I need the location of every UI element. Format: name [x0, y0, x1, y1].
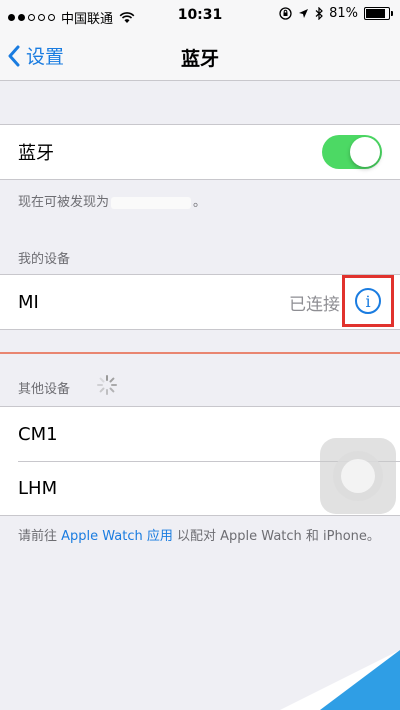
footer-prefix: 请前往 [18, 529, 62, 544]
status-right: 81% [279, 6, 393, 21]
bluetooth-toggle[interactable] [322, 135, 382, 169]
footer-note: 请前往 Apple Watch 应用 以配对 Apple Watch 和 iPh… [18, 526, 386, 547]
battery-icon [364, 7, 393, 20]
loading-spinner-icon [97, 375, 117, 395]
my-devices-group: MI 已连接 i [0, 274, 400, 330]
my-devices-header: 我的设备 [18, 252, 71, 267]
rotation-lock-icon [279, 7, 292, 20]
connection-status: 已连接 [289, 294, 340, 315]
bluetooth-label: 蓝牙 [18, 143, 54, 164]
info-icon[interactable]: i [355, 288, 381, 314]
apple-watch-app-link[interactable]: Apple Watch 应用 [61, 529, 173, 544]
bluetooth-toggle-group: 蓝牙 [0, 124, 400, 180]
footer-suffix: 以配对 Apple Watch 和 iPhone。 [172, 529, 380, 544]
navigation-bar: 设置 蓝牙 [0, 34, 400, 81]
bluetooth-row: 蓝牙 [0, 125, 400, 179]
location-icon [299, 9, 309, 18]
device-row-mi[interactable]: MI 已连接 i [0, 275, 400, 329]
bluetooth-icon [315, 7, 323, 20]
status-bar: 中国联通 10:31 81% [0, 0, 400, 34]
device-name-redacted [111, 196, 192, 209]
discoverable-prefix: 现在可被发现为 [18, 195, 110, 210]
page-title: 蓝牙 [180, 48, 219, 70]
toggle-knob [350, 137, 380, 167]
device-name: LHM [18, 477, 58, 499]
device-name: CM1 [18, 423, 58, 445]
info-highlight-box: i [342, 275, 394, 327]
assistive-touch-button[interactable] [320, 438, 396, 514]
other-devices-header: 其他设备 [18, 382, 71, 397]
device-name: MI [18, 291, 39, 313]
discoverable-suffix: 。 [193, 195, 207, 210]
battery-percent: 81% [329, 6, 358, 21]
discoverable-caption: 现在可被发现为 。 [18, 191, 206, 210]
divider-line [0, 352, 400, 354]
